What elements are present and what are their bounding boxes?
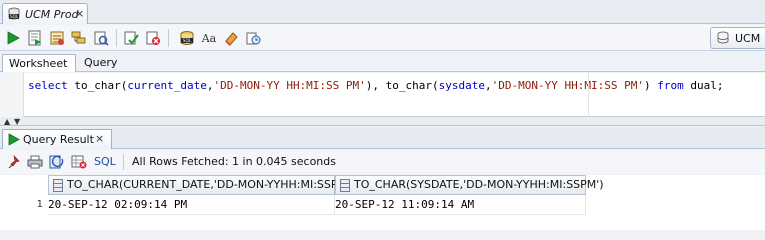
close-icon[interactable]: ×: [95, 132, 104, 145]
rollback-button[interactable]: [144, 29, 162, 47]
refresh-button[interactable]: [48, 153, 66, 171]
sql-token: ): [643, 79, 658, 92]
tab-label: UCM Prod: [25, 8, 79, 21]
database-icon: [717, 31, 729, 44]
unshared-sql-button[interactable]: SQL: [178, 29, 196, 47]
svg-text:SQL: SQL: [10, 14, 19, 19]
table-row[interactable]: 1 20-SEP-12 02:09:14 PM 20-SEP-12 11:09:…: [0, 195, 765, 215]
explain-plan-button[interactable]: [70, 29, 88, 47]
sql-token: 'DD-MON-YY HH:MI:SS PM': [213, 79, 366, 92]
code-line: select to_char(current_date,'DD-MON-YY H…: [28, 79, 723, 92]
table-cell[interactable]: 20-SEP-12 02:09:14 PM: [48, 195, 335, 215]
print-icon: [27, 155, 43, 169]
autotrace-button[interactable]: [48, 29, 66, 47]
connection-label: UCM: [735, 32, 761, 45]
sql-token: sysdate: [438, 79, 486, 92]
result-toolbar: SQL All Rows Fetched: 1 in 0.045 seconds: [0, 150, 765, 174]
print-button[interactable]: [26, 153, 44, 171]
sql-history-button[interactable]: [244, 29, 262, 47]
run-statement-icon: [7, 31, 20, 45]
sql-editor[interactable]: select to_char(current_date,'DD-MON-YY H…: [0, 73, 765, 117]
fetch-status: All Rows Fetched: 1 in 0.045 seconds: [132, 155, 336, 168]
autotrace-icon: [50, 31, 64, 45]
toolbar-separator: [123, 154, 124, 170]
clear-eraser-icon: [225, 32, 238, 46]
column-header-label: TO_CHAR(SYSDATE,'DD-MON-YYHH:MI:SSPM'): [354, 178, 604, 191]
run-statement-button[interactable]: [4, 29, 22, 47]
sql-token: dual;: [683, 79, 724, 92]
tab-query-builder[interactable]: Query Builder: [78, 54, 158, 86]
close-icon[interactable]: ×: [75, 7, 84, 20]
svg-text:SQL: SQL: [183, 38, 192, 44]
column-header[interactable]: TO_CHAR(SYSDATE,'DD-MON-YYHH:MI:SSPM'): [335, 175, 604, 195]
row-number: 1: [36, 199, 43, 210]
sql-token: ,: [485, 79, 492, 92]
toolbar-separator: [168, 29, 169, 47]
connection-selector[interactable]: UCM: [710, 27, 765, 49]
tab-ucm-prod[interactable]: SQL UCM Prod ×: [2, 3, 88, 24]
clear-button[interactable]: [222, 29, 240, 47]
toolbar-separator: [116, 29, 117, 47]
worksheet-toolbar: SQL Aa UCM: [0, 25, 765, 51]
sql-token: from: [657, 79, 684, 92]
panel-splitter[interactable]: ▲ ▼: [0, 117, 765, 126]
sql-token: 'DD-MON-YY HH:MI:SS PM': [491, 79, 644, 92]
right-margin-line: [588, 73, 589, 117]
explain-plan-icon: [71, 31, 86, 44]
rollback-icon: [146, 31, 160, 45]
document-tab-strip: SQL UCM Prod ×: [0, 0, 765, 24]
cancel-grid-icon: [71, 155, 87, 169]
table-cell[interactable]: 20-SEP-12 11:09:14 AM: [335, 195, 586, 215]
commit-icon: [124, 31, 139, 45]
database-sql-icon: SQL: [8, 7, 20, 20]
tab-worksheet[interactable]: Worksheet: [2, 54, 76, 72]
run-script-button[interactable]: [26, 29, 44, 47]
column-type-icon: [340, 179, 350, 192]
tab-query-result[interactable]: Query Result ×: [2, 129, 112, 149]
sql-token: ), to_char(: [365, 79, 439, 92]
run-script-icon: [28, 30, 41, 46]
sql-tuning-button[interactable]: [92, 29, 110, 47]
collapse-down-icon[interactable]: ▼: [14, 117, 20, 126]
worksheet-subtabs: Worksheet Query Builder: [0, 52, 765, 86]
sql-history-icon: [246, 32, 261, 45]
result-tab-label: Query Result: [23, 133, 94, 146]
column-header[interactable]: TO_CHAR(CURRENT_DATE,'DD-MON-YYHH:MI:SSP…: [48, 175, 354, 195]
sql-token: select: [28, 79, 68, 92]
cancel-query-button[interactable]: [70, 153, 88, 171]
sql-token: to_char(: [67, 79, 128, 92]
refresh-icon: [49, 155, 64, 169]
run-result-icon: [8, 133, 20, 146]
result-grid: TO_CHAR(CURRENT_DATE,'DD-MON-YYHH:MI:SSP…: [0, 175, 765, 230]
column-header-label: TO_CHAR(CURRENT_DATE,'DD-MON-YYHH:MI:SSP…: [67, 178, 355, 191]
sql-developer-window: SQL UCM Prod × SQL Aa UCM Worksheet Quer…: [0, 0, 765, 230]
to-upper-case-icon: Aa: [201, 31, 217, 45]
result-tab-strip: Query Result ×: [0, 127, 765, 149]
collapse-up-icon[interactable]: ▲: [4, 117, 10, 126]
sql-token: current_date: [127, 79, 207, 92]
grid-header: TO_CHAR(CURRENT_DATE,'DD-MON-YYHH:MI:SSP…: [0, 175, 765, 195]
pin-icon: [8, 155, 20, 169]
editor-gutter: [0, 73, 24, 117]
column-type-icon: [53, 179, 63, 192]
unshared-sql-icon: SQL: [180, 31, 194, 45]
to-upper-case-button[interactable]: Aa: [200, 29, 218, 47]
sql-tuning-icon: [94, 31, 109, 46]
sql-link[interactable]: SQL: [94, 155, 116, 168]
pin-button[interactable]: [6, 153, 24, 171]
commit-button[interactable]: [122, 29, 140, 47]
